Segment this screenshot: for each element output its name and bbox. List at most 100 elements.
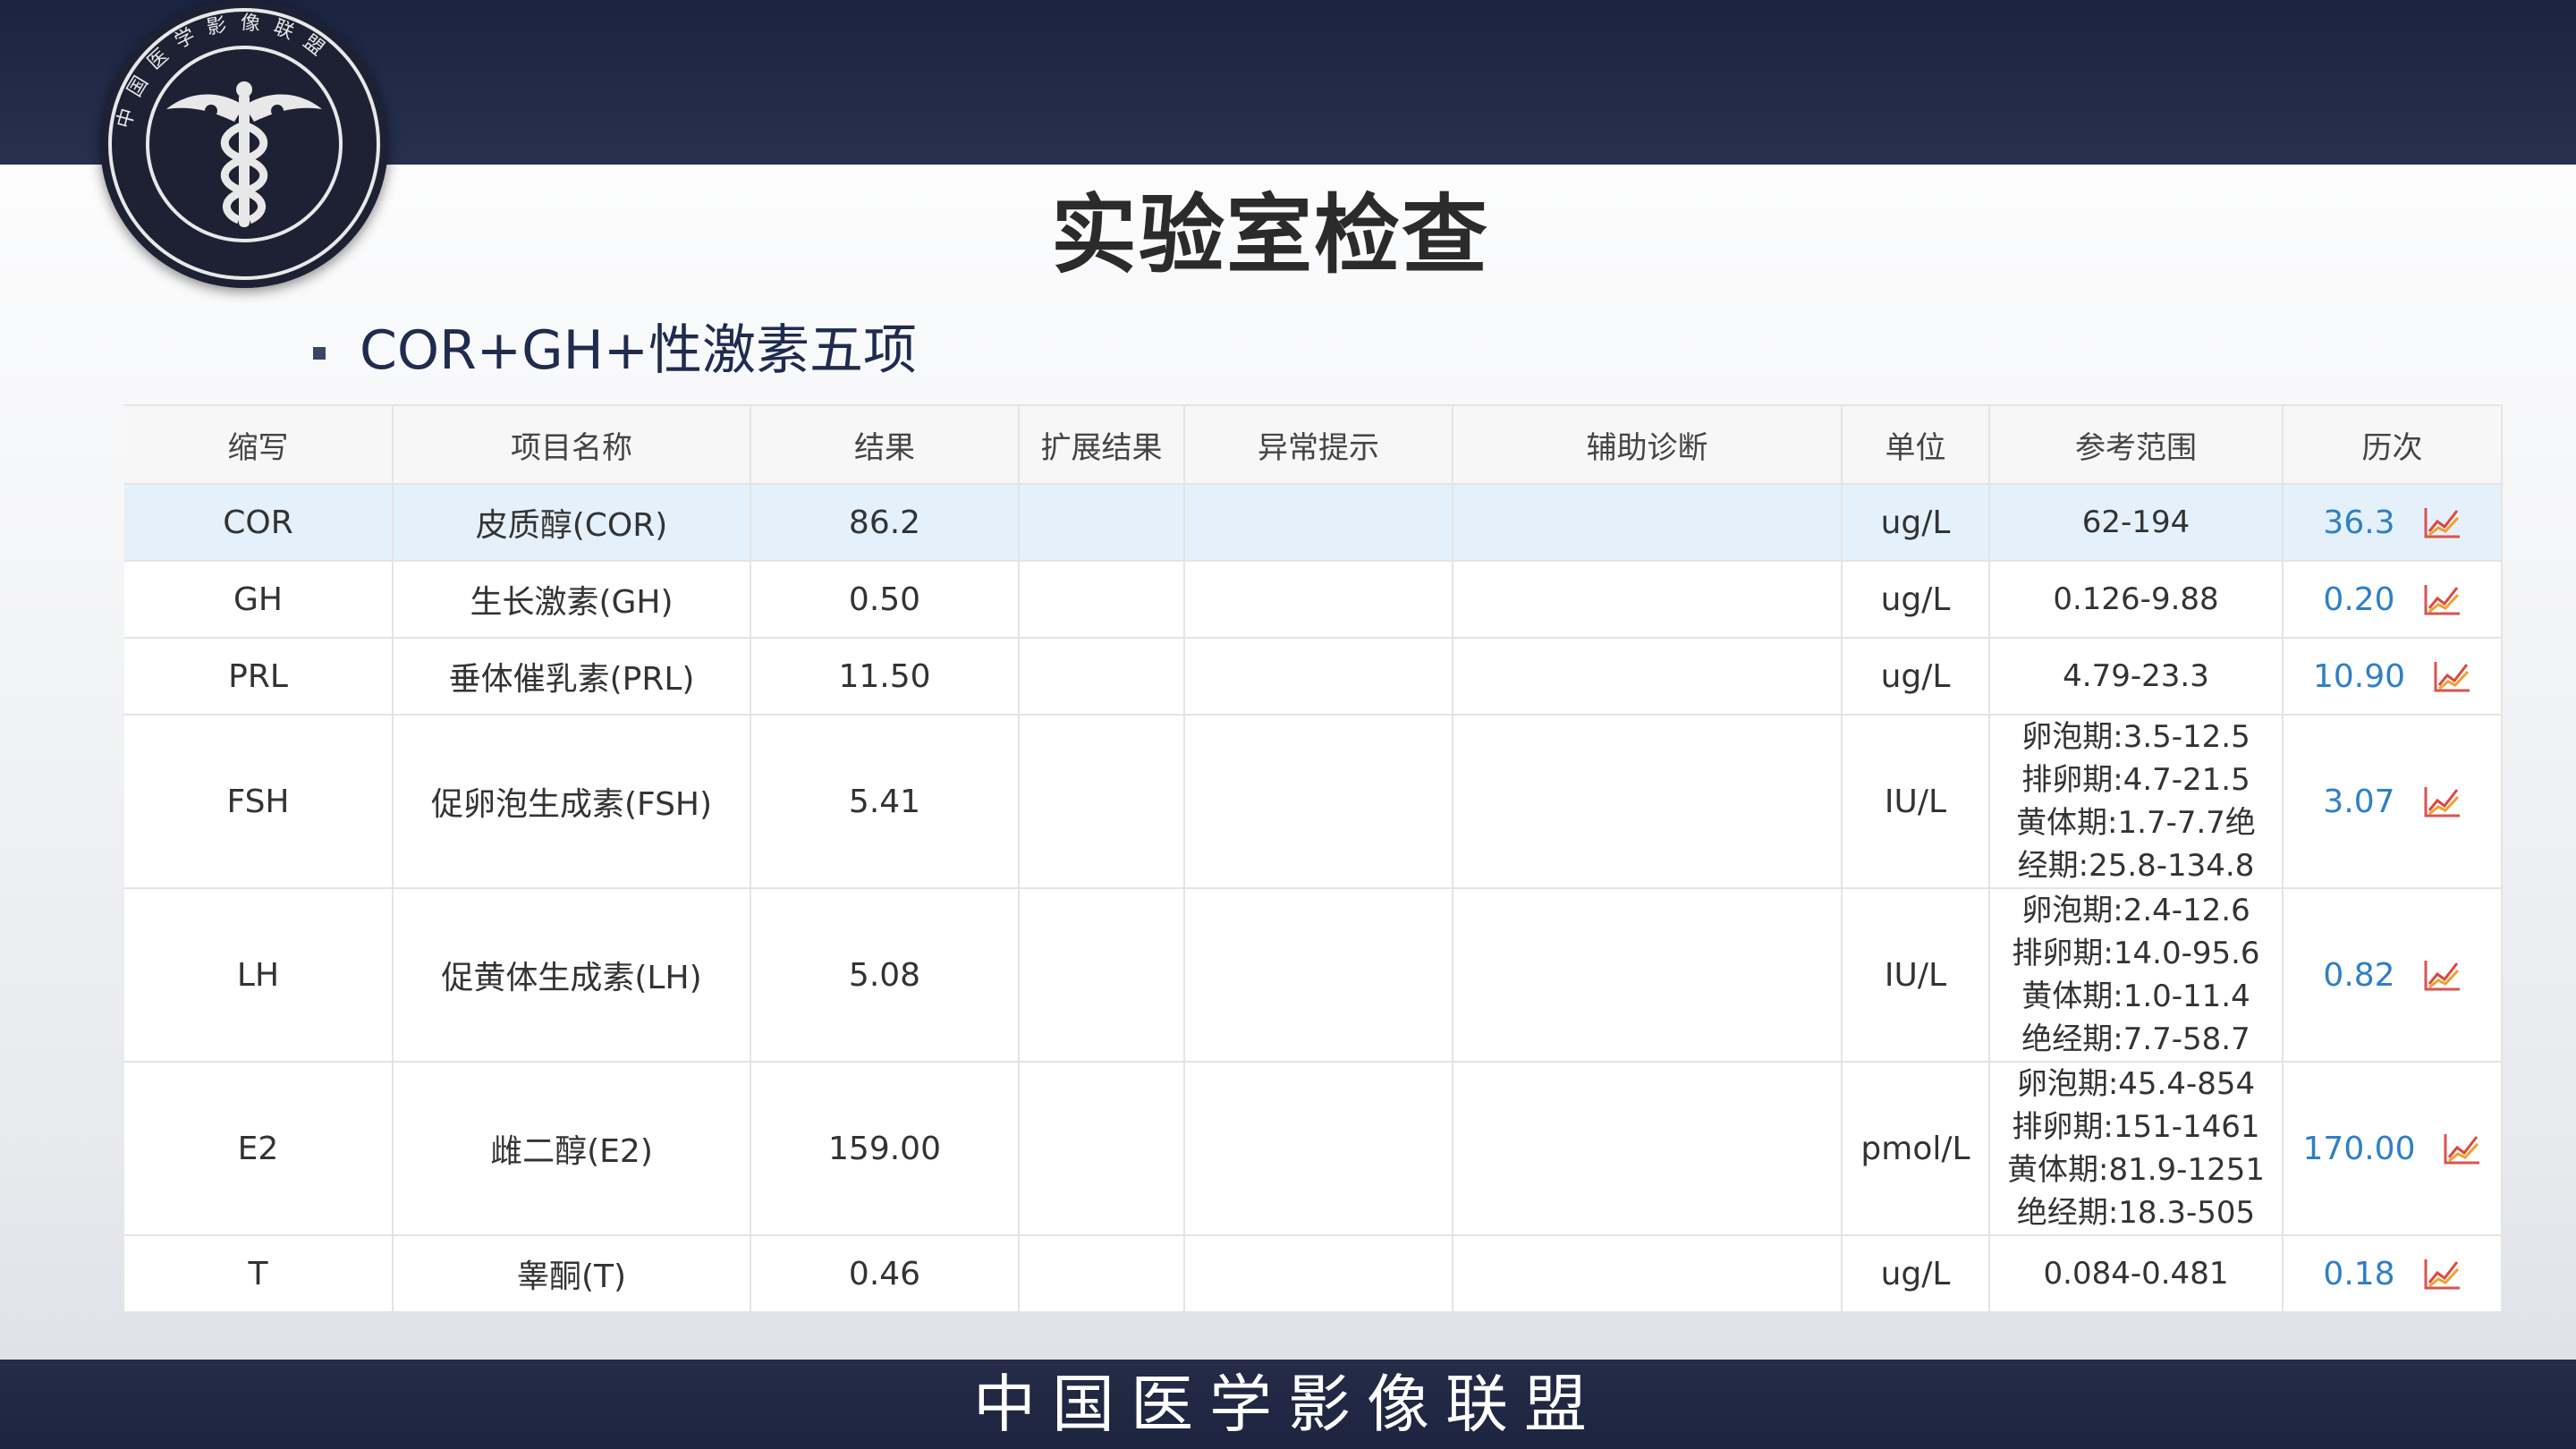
reference-range-line: 绝经期:18.3-505 [2016, 1195, 2256, 1231]
abbr-cell: GH [124, 561, 394, 639]
abbr-cell: COR [124, 484, 394, 562]
header-aux-diagnosis[interactable]: 辅助诊断 [1453, 404, 1843, 485]
history-value-link[interactable]: 10.90 [2313, 658, 2405, 695]
reference-range-cell: 0.126-9.88 [1989, 561, 2284, 639]
reference-range-cell: 4.79-23.3 [1989, 638, 2284, 716]
result-cell: 5.41 [750, 715, 1020, 889]
unit-cell: IU/L [1842, 888, 1990, 1063]
line-chart-trend-icon[interactable] [2432, 658, 2471, 694]
extended-result-cell [1019, 888, 1185, 1063]
table-row[interactable]: FSH 促卵泡生成素(FSH) 5.41 IU/L 卵泡期:3.5-12.5 排… [124, 715, 2503, 889]
reference-range-line: 排卵期:14.0-95.6 [2012, 936, 2260, 971]
abbr-cell: E2 [124, 1062, 394, 1236]
header-abbr[interactable]: 缩写 [124, 404, 394, 485]
history-value-link[interactable]: 36.3 [2323, 504, 2394, 541]
extended-result-cell [1019, 561, 1185, 639]
reference-range-line: 卵泡期:2.4-12.6 [2021, 893, 2250, 928]
unit-cell: IU/L [1842, 715, 1990, 889]
abbr-cell: T [124, 1235, 394, 1313]
table-row[interactable]: E2 雌二醇(E2) 159.00 pmol/L 卵泡期:45.4-854 排卵… [124, 1062, 2503, 1236]
line-chart-trend-icon[interactable] [2422, 504, 2462, 540]
item-name-cell: 垂体催乳素(PRL) [393, 638, 751, 716]
aux-diagnosis-cell [1453, 715, 1843, 889]
reference-range-line: 卵泡期:45.4-854 [2016, 1066, 2256, 1102]
result-cell: 0.46 [750, 1235, 1020, 1313]
item-name-cell: 生长激素(GH) [393, 561, 751, 639]
abnormal-flag-cell [1184, 888, 1453, 1063]
item-name-cell: 促卵泡生成素(FSH) [393, 715, 751, 889]
history-value-link[interactable]: 3.07 [2323, 784, 2394, 820]
line-chart-trend-icon[interactable] [2422, 957, 2462, 993]
result-cell: 11.50 [750, 638, 1020, 716]
aux-diagnosis-cell [1453, 1062, 1843, 1236]
history-value-link[interactable]: 0.18 [2323, 1256, 2394, 1292]
reference-range-cell: 卵泡期:45.4-854 排卵期:151-1461 黄体期:81.9-1251 … [1989, 1062, 2284, 1236]
line-chart-trend-icon[interactable] [2442, 1131, 2481, 1166]
line-chart-trend-icon[interactable] [2422, 784, 2462, 819]
lab-results-table: 缩写 项目名称 结果 扩展结果 异常提示 辅助诊断 单位 参考范围 历次 COR… [124, 404, 2503, 1313]
header-history[interactable]: 历次 [2283, 404, 2503, 485]
history-value-link[interactable]: 0.82 [2323, 957, 2394, 994]
table-row[interactable]: T 睾酮(T) 0.46 ug/L 0.084-0.481 0.18 [124, 1235, 2503, 1313]
header-unit[interactable]: 单位 [1842, 404, 1990, 485]
aux-diagnosis-cell [1453, 638, 1843, 716]
reference-range-line: 0.126-9.88 [2053, 581, 2219, 617]
extended-result-cell [1019, 1062, 1185, 1236]
history-cell: 170.00 [2283, 1062, 2503, 1236]
abnormal-flag-cell [1184, 638, 1453, 716]
unit-cell: ug/L [1842, 1235, 1990, 1313]
table-row[interactable]: COR 皮质醇(COR) 86.2 ug/L 62-194 36.3 [124, 484, 2503, 562]
result-cell: 0.50 [750, 561, 1020, 639]
history-value-link[interactable]: 170.00 [2303, 1131, 2416, 1167]
reference-range-line: 4.79-23.3 [2063, 658, 2209, 694]
aux-diagnosis-cell [1453, 888, 1843, 1063]
table-row[interactable]: LH 促黄体生成素(LH) 5.08 IU/L 卵泡期:2.4-12.6 排卵期… [124, 888, 2503, 1063]
abnormal-flag-cell [1184, 715, 1453, 889]
reference-range-line: 0.084-0.481 [2043, 1256, 2229, 1292]
abnormal-flag-cell [1184, 484, 1453, 562]
reference-range-line: 黄体期:81.9-1251 [2007, 1152, 2265, 1188]
logo: 中国医学影像联盟 [100, 0, 388, 288]
table-row[interactable]: GH 生长激素(GH) 0.50 ug/L 0.126-9.88 0.20 [124, 561, 2503, 639]
history-value-link[interactable]: 0.20 [2323, 581, 2394, 618]
header-reference-range[interactable]: 参考范围 [1989, 404, 2284, 485]
header-abnormal-flag[interactable]: 异常提示 [1184, 404, 1453, 485]
subtitle-text: COR+GH+性激素五项 [360, 319, 917, 382]
abbr-cell: PRL [124, 638, 394, 716]
bullet-icon [313, 347, 326, 360]
abnormal-flag-cell [1184, 1062, 1453, 1236]
aux-diagnosis-cell [1453, 484, 1843, 562]
history-cell: 3.07 [2283, 715, 2503, 889]
extended-result-cell [1019, 638, 1185, 716]
table-header-row: 缩写 项目名称 结果 扩展结果 异常提示 辅助诊断 单位 参考范围 历次 [124, 404, 2503, 485]
abbr-cell: LH [124, 888, 394, 1063]
line-chart-trend-icon[interactable] [2422, 1256, 2462, 1292]
reference-range-line: 经期:25.8-134.8 [2017, 848, 2255, 884]
header-item-name[interactable]: 项目名称 [393, 404, 751, 485]
header-extended-result[interactable]: 扩展结果 [1019, 404, 1185, 485]
aux-diagnosis-cell [1453, 561, 1843, 639]
reference-range-cell: 62-194 [1989, 484, 2284, 562]
header-result[interactable]: 结果 [750, 404, 1020, 485]
result-cell: 159.00 [750, 1062, 1020, 1236]
reference-range-line: 黄体期:1.7-7.7绝 [2016, 805, 2256, 841]
reference-range-line: 黄体期:1.0-11.4 [2021, 979, 2250, 1014]
extended-result-cell [1019, 715, 1185, 889]
reference-range-line: 卵泡期:3.5-12.5 [2021, 719, 2250, 755]
caduceus-logo-icon: 中国医学影像联盟 [108, 8, 380, 280]
reference-range-line: 排卵期:151-1461 [2012, 1109, 2260, 1145]
history-cell: 0.82 [2283, 888, 2503, 1063]
extended-result-cell [1019, 484, 1185, 562]
footer-text: 中国医学影像联盟 [973, 1368, 1603, 1441]
result-cell: 5.08 [750, 888, 1020, 1063]
table-row[interactable]: PRL 垂体催乳素(PRL) 11.50 ug/L 4.79-23.3 10.9… [124, 638, 2503, 716]
extended-result-cell [1019, 1235, 1185, 1313]
item-name-cell: 促黄体生成素(LH) [393, 888, 751, 1063]
aux-diagnosis-cell [1453, 1235, 1843, 1313]
history-cell: 36.3 [2283, 484, 2503, 562]
unit-cell: ug/L [1842, 561, 1990, 639]
line-chart-trend-icon[interactable] [2422, 581, 2462, 617]
unit-cell: ug/L [1842, 484, 1990, 562]
abnormal-flag-cell [1184, 1235, 1453, 1313]
unit-cell: pmol/L [1842, 1062, 1990, 1236]
